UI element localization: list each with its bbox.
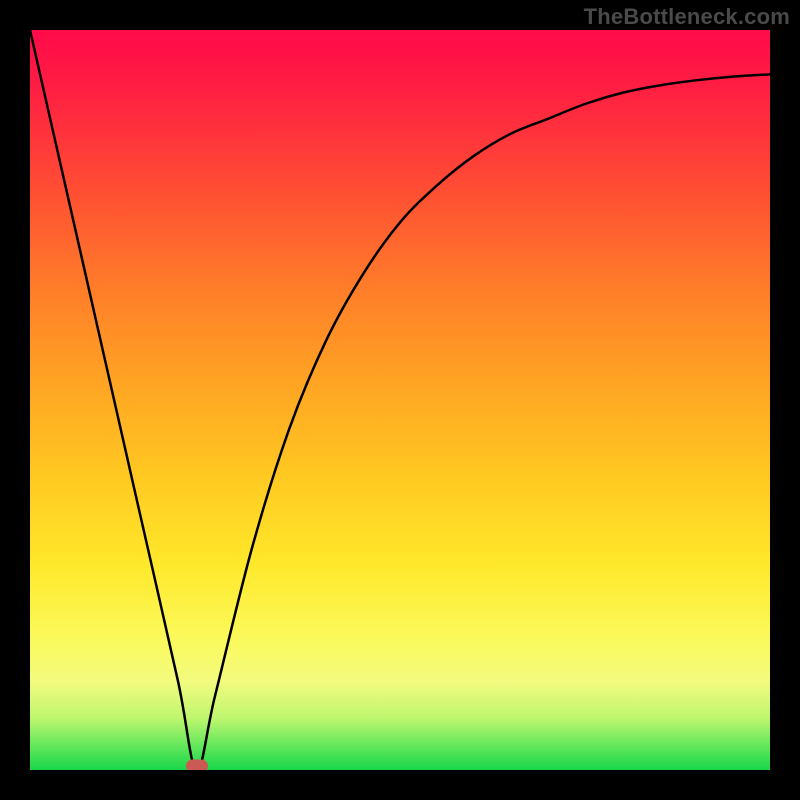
- curve-path: [30, 30, 770, 770]
- watermark-text: TheBottleneck.com: [584, 4, 790, 30]
- bottleneck-curve: [30, 30, 770, 770]
- plot-area: [30, 30, 770, 770]
- chart-frame: TheBottleneck.com: [0, 0, 800, 800]
- optimal-point-marker: [186, 760, 208, 771]
